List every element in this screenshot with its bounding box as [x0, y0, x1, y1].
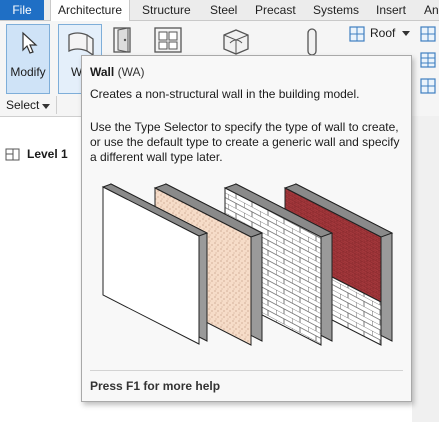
chevron-down-icon [42, 104, 50, 109]
tooltip-description: Creates a non-structural wall in the bui… [90, 87, 360, 101]
window-icon[interactable] [152, 25, 184, 55]
tab-architecture[interactable]: Architecture [50, 0, 131, 21]
roof-grid-icon [349, 26, 365, 42]
tooltip-separator [90, 370, 403, 371]
mullion-icon[interactable] [419, 77, 437, 95]
tab-precast[interactable]: Precast [255, 0, 296, 20]
column-icon[interactable] [302, 27, 322, 57]
floor-plan-icon [5, 148, 20, 161]
view-area-edge [412, 116, 439, 422]
tooltip-shortcut: (WA) [117, 65, 145, 79]
tab-insert[interactable]: Insert [376, 0, 406, 20]
modify-button[interactable]: Modify [6, 24, 50, 94]
level-label: Level 1 [27, 147, 68, 161]
tab-file[interactable]: File [0, 0, 44, 20]
roof-label: Roof [370, 26, 396, 40]
tooltip-title: Wall (WA) [90, 65, 144, 79]
select-label: Select [6, 98, 40, 112]
door-icon[interactable] [110, 25, 136, 55]
roof-button[interactable]: Roof [348, 25, 410, 43]
chevron-down-icon [402, 31, 410, 36]
tab-structure[interactable]: Structure [142, 0, 191, 20]
tooltip-help-hint: Press F1 for more help [90, 379, 221, 393]
tooltip-command-name: Wall [90, 65, 115, 79]
component-icon[interactable] [218, 27, 252, 55]
tab-annotate[interactable]: An [424, 0, 439, 20]
tab-steel[interactable]: Steel [210, 0, 237, 20]
curtain-grid-icon[interactable] [419, 51, 437, 69]
wall-tooltip: Wall (WA) Creates a non-structural wall … [81, 55, 412, 402]
modify-label: Modify [10, 65, 46, 79]
wall-types-illustration [101, 183, 394, 346]
tooltip-body: Use the Type Selector to specify the typ… [90, 120, 400, 164]
curtain-system-icon[interactable] [419, 25, 437, 43]
tab-systems[interactable]: Systems [313, 0, 359, 20]
ribbon-tab-bar: File Architecture Structure Steel Precas… [0, 0, 439, 21]
select-dropdown[interactable]: Select [0, 96, 57, 114]
cursor-arrow-icon [22, 31, 38, 54]
